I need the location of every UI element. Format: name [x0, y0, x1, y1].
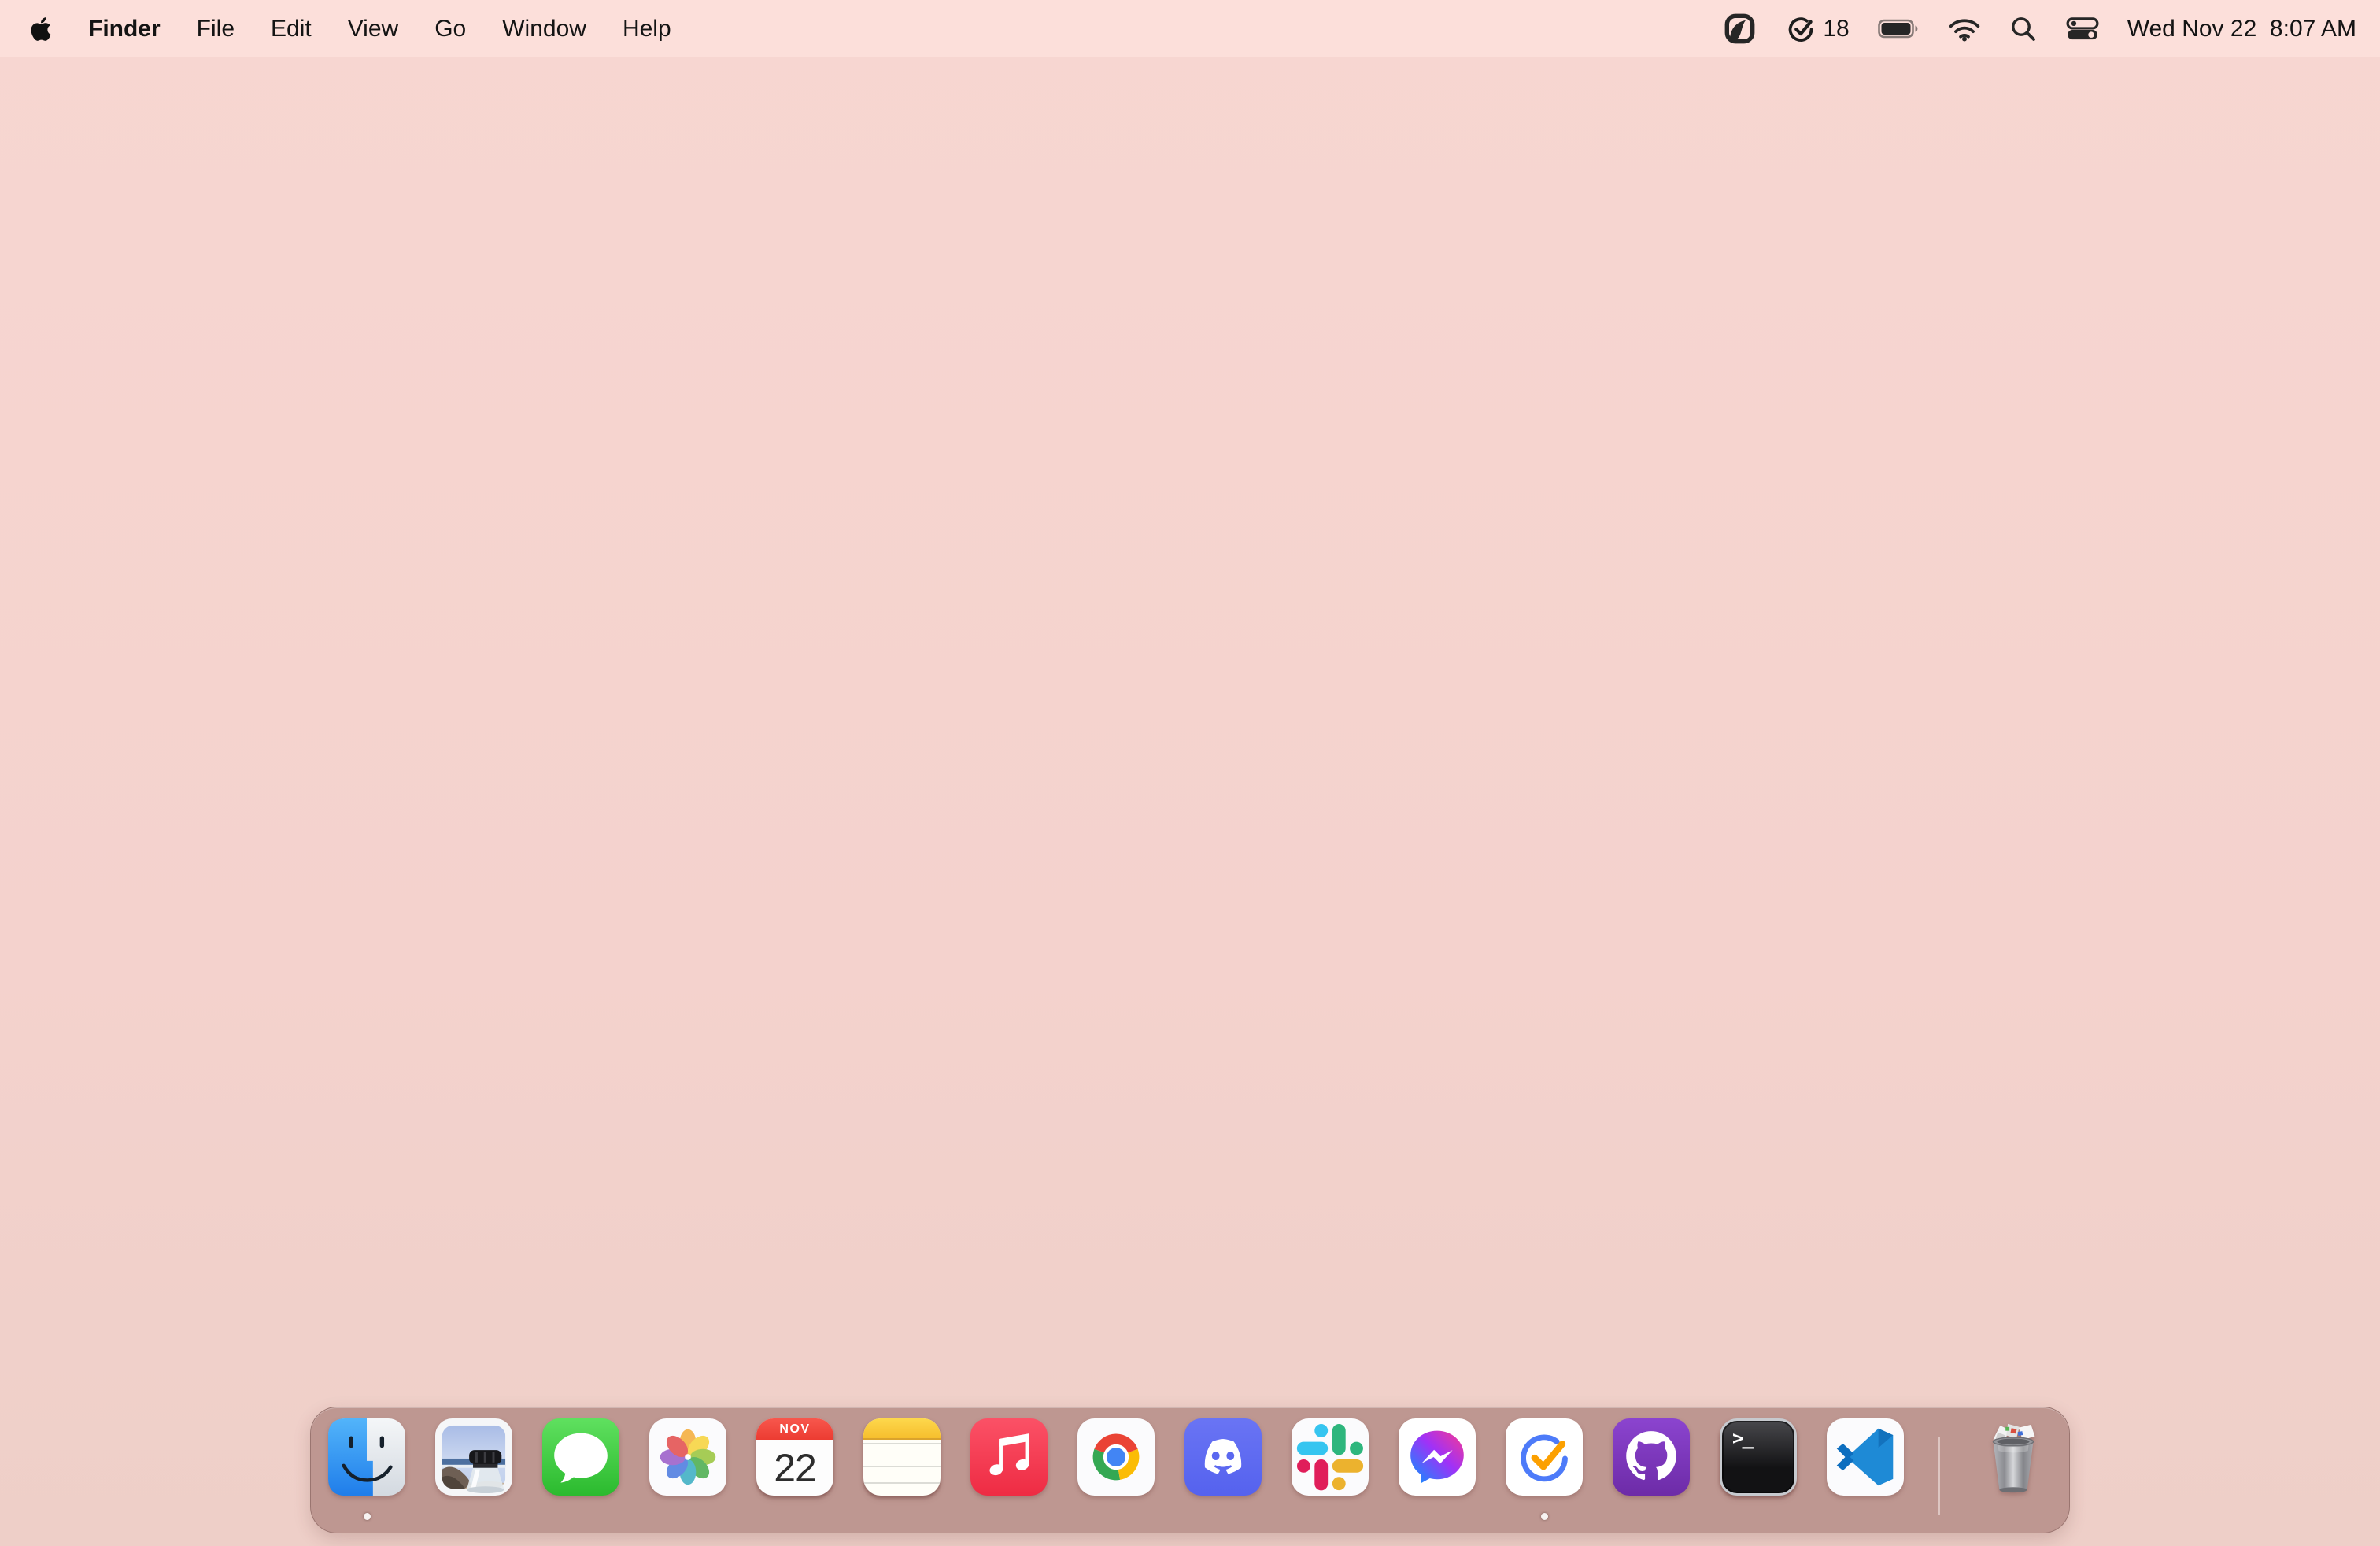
dock-divider	[1938, 1436, 1940, 1515]
menu-bar-clock[interactable]: Wed Nov 22 8:07 AM	[2127, 16, 2356, 43]
dock-icon-chrome[interactable]	[1077, 1418, 1155, 1496]
apple-icon	[31, 17, 51, 41]
apple-menu[interactable]	[30, 16, 52, 43]
pick-shape-icon[interactable]	[1724, 13, 1756, 45]
dock-icon-notes[interactable]	[863, 1418, 941, 1496]
terminal-prompt-glyph: >_	[1732, 1427, 1754, 1449]
running-indicator	[1540, 1513, 1548, 1520]
dock-icon-github[interactable]	[1613, 1418, 1690, 1496]
menu-bar-status: 18 Wed Nov 22 8:07 AM	[1724, 13, 2380, 46]
calendar-month: NOV	[756, 1418, 833, 1440]
notes-lines	[863, 1440, 941, 1496]
wifi-icon[interactable]	[1948, 17, 1981, 42]
menu-file[interactable]: File	[197, 0, 235, 57]
dock-icon-vscode[interactable]	[1827, 1418, 1904, 1496]
running-indicator	[363, 1513, 371, 1520]
menu-window[interactable]: Window	[502, 0, 586, 57]
dock-icon-music[interactable]	[970, 1418, 1048, 1496]
dock-icon-trash[interactable]	[1975, 1418, 2052, 1496]
loupe-icon	[467, 1450, 504, 1494]
dock: NOV 22 >_	[310, 1407, 2070, 1533]
notes-header	[863, 1418, 941, 1440]
task-menu-extra[interactable]: 18	[1784, 13, 1850, 46]
dock-icon-discord[interactable]	[1184, 1418, 1262, 1496]
dock-icon-calendar[interactable]: NOV 22	[756, 1418, 833, 1496]
calendar-day: 22	[774, 1445, 817, 1490]
app-menu-finder[interactable]: Finder	[88, 0, 161, 57]
dock-icon-finder[interactable]	[328, 1418, 405, 1520]
menu-go[interactable]: Go	[434, 0, 466, 57]
dock-icon-ticktick[interactable]	[1506, 1418, 1583, 1520]
control-center-icon[interactable]	[2066, 17, 2099, 41]
dock-icon-photos[interactable]	[649, 1418, 726, 1496]
spotlight-icon[interactable]	[2009, 15, 2038, 43]
dock-icon-messages[interactable]	[542, 1418, 619, 1496]
task-check-icon	[1789, 17, 1813, 42]
menu-bar: Finder File Edit View Go Window Help 18	[0, 0, 2380, 57]
dock-icon-messenger[interactable]	[1399, 1418, 1476, 1496]
battery-icon[interactable]	[1877, 18, 1920, 39]
menu-help[interactable]: Help	[623, 0, 671, 57]
menu-edit[interactable]: Edit	[271, 0, 312, 57]
dock-icon-slack[interactable]	[1292, 1418, 1369, 1496]
menu-view[interactable]: View	[348, 0, 398, 57]
desktop: Finder File Edit View Go Window Help 18	[0, 0, 2380, 1546]
menu-bar-left: Finder File Edit View Go Window Help	[0, 0, 671, 57]
dock-icon-preview[interactable]	[435, 1418, 512, 1496]
dock-icon-terminal[interactable]: >_	[1720, 1418, 1797, 1496]
badge-count: 18	[1823, 15, 1850, 42]
